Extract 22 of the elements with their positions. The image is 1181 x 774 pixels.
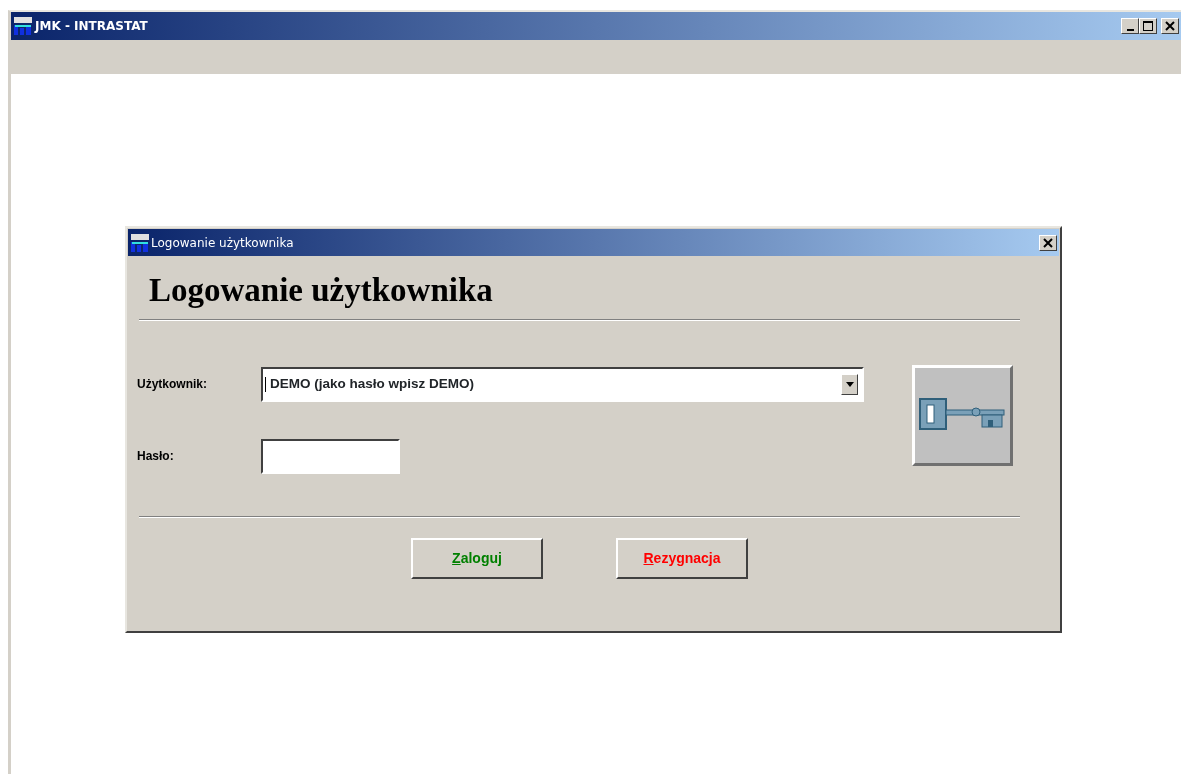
maximize-button[interactable] [1139,18,1157,34]
password-label: Hasło: [137,448,175,466]
close-icon [1165,21,1175,31]
password-field[interactable] [261,438,400,474]
caret-icon [845,381,854,387]
close-button[interactable] [1039,234,1057,251]
dropdown-button[interactable] [841,373,858,395]
close-button[interactable] [1161,18,1179,34]
dialog-heading: Logowanie użytkownika [149,271,494,310]
close-icon [1043,237,1053,248]
minimize-icon [1126,28,1134,31]
dialog-title: Logowanie użytkownika [151,234,294,252]
login-button[interactable]: Zaloguj [411,537,543,579]
window-title: JMK - INTRASTAT [35,18,148,35]
key-button[interactable] [912,364,1013,466]
app-logo-icon [13,16,33,36]
user-dropdown[interactable]: DEMO (jako hasło wpisz DEMO) [261,366,864,402]
user-label: Użytkownik: [137,376,208,394]
app-logo-icon [130,232,150,253]
maximize-icon [1143,21,1153,31]
minimize-button[interactable] [1121,18,1139,34]
cancel-button[interactable]: Rezygnacja [616,537,748,579]
